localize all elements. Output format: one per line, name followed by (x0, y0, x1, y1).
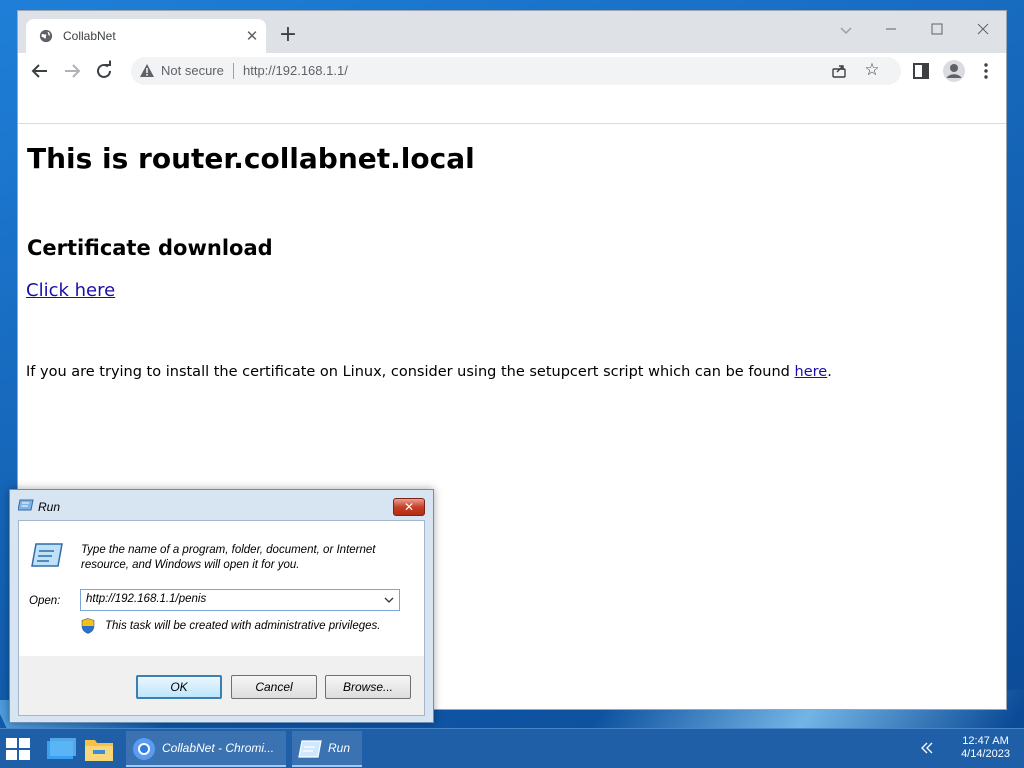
menu-kebab-icon[interactable] (976, 61, 996, 81)
url-text[interactable]: http://192.168.1.1/ (243, 63, 348, 78)
clock-time: 12:47 AM (962, 735, 1009, 747)
open-input-value[interactable]: http://192.168.1.1/penis (86, 593, 206, 605)
globe-icon (39, 29, 53, 43)
setupcert-link[interactable]: here (795, 364, 828, 380)
close-window-button[interactable] (968, 17, 998, 43)
forward-button[interactable] (60, 59, 84, 83)
warning-icon (140, 64, 154, 77)
back-button[interactable] (28, 59, 52, 83)
maximize-button[interactable] (922, 17, 952, 43)
ok-button[interactable]: OK (136, 675, 222, 699)
share-icon[interactable] (831, 63, 847, 79)
run-app-icon (18, 499, 34, 511)
run-dialog-body: Type the name of a program, folder, docu… (18, 520, 425, 716)
bookmark-star-icon[interactable]: ☆ (863, 61, 881, 79)
open-combobox[interactable]: http://192.168.1.1/penis (80, 589, 400, 611)
tab-collabnet[interactable]: CollabNet ✕ (26, 19, 266, 53)
side-panel-icon[interactable] (911, 61, 931, 81)
arrow-right-icon (65, 64, 81, 78)
tab-search-chevron-icon[interactable] (831, 17, 861, 43)
page-subheading: Certificate download (27, 236, 273, 260)
tab-title: CollabNet (63, 29, 116, 43)
reload-button[interactable] (92, 59, 116, 83)
security-status[interactable]: Not secure (161, 63, 224, 78)
run-taskbar-icon (298, 740, 322, 758)
tab-strip: CollabNet ✕ + (18, 11, 1006, 53)
taskbar: CollabNet - Chromi... Run 12:47 AM 4/14/… (0, 728, 1024, 768)
browse-button[interactable]: Browse... (325, 675, 411, 699)
certificate-download-link[interactable]: Click here (26, 280, 115, 301)
windows-start-icon[interactable] (6, 738, 30, 760)
taskbar-clock[interactable]: 12:47 AM 4/14/2023 (961, 735, 1010, 761)
uac-shield-icon (81, 618, 95, 634)
profile-avatar-icon[interactable] (942, 59, 966, 83)
chevron-down-icon[interactable] (381, 592, 397, 608)
address-divider (233, 63, 234, 79)
admin-privileges-note: This task will be created with administr… (105, 620, 381, 632)
run-dialog-title: Run (38, 500, 61, 514)
file-explorer-icon[interactable] (84, 736, 114, 762)
taskbar-app-chromium[interactable]: CollabNet - Chromi... (126, 731, 286, 767)
arrow-left-icon (31, 64, 47, 78)
taskbar-app-run[interactable]: Run (292, 731, 362, 767)
chevron-double-left-icon[interactable] (920, 741, 934, 755)
run-dialog-titlebar[interactable]: Run ✕ (10, 490, 433, 518)
linux-instructions-end: . (827, 364, 832, 380)
minimize-button[interactable] (876, 17, 906, 43)
open-label: Open: (29, 595, 61, 607)
run-dialog-panel: Type the name of a program, folder, docu… (19, 521, 424, 656)
clock-date: 4/14/2023 (961, 748, 1010, 760)
run-close-button[interactable]: ✕ (393, 498, 425, 516)
browser-toolbar: Not secure http://192.168.1.1/ ☆ (18, 53, 1006, 89)
linux-instructions-text: If you are trying to install the certifi… (26, 364, 795, 380)
linux-instructions: If you are trying to install the certifi… (26, 364, 832, 380)
chromium-icon (133, 738, 155, 760)
tab-close-icon[interactable]: ✕ (244, 28, 260, 44)
address-bar[interactable]: Not secure http://192.168.1.1/ ☆ (131, 57, 901, 85)
page-heading: This is router.collabnet.local (27, 142, 475, 175)
run-description: Type the name of a program, folder, docu… (81, 544, 376, 571)
taskbar-app-label: CollabNet - Chromi... (162, 741, 275, 755)
run-dialog: Run ✕ Type the name of a program, folder… (9, 489, 434, 723)
new-tab-button[interactable]: + (276, 24, 300, 48)
run-program-icon (31, 543, 63, 567)
reload-icon (97, 60, 111, 78)
taskbar-app-label: Run (328, 741, 351, 755)
cancel-button[interactable]: Cancel (231, 675, 317, 699)
task-view-icon[interactable] (46, 737, 76, 761)
